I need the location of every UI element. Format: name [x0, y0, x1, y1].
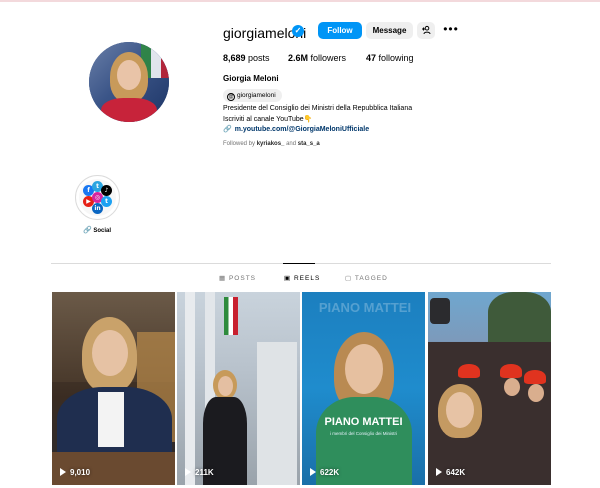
reel-views-count: 642K: [446, 468, 466, 477]
avatar-body: [101, 98, 157, 122]
bio-line-2: Iscriviti al canale YouTube👇: [223, 116, 313, 123]
message-button[interactable]: Message: [366, 22, 413, 39]
reel-2-building: [257, 342, 297, 485]
suggest-user-button[interactable]: [417, 22, 435, 39]
tagged-icon: ▢: [345, 275, 353, 282]
reel-4-face: [504, 378, 520, 396]
followers-label: followers: [310, 53, 347, 63]
reel-4-helmet: [500, 364, 522, 378]
tab-reels-label: REELS: [293, 275, 321, 282]
followed-by-and: and: [286, 141, 297, 147]
active-tab-indicator: [283, 263, 315, 264]
play-icon: [60, 468, 66, 476]
tiktok-icon: ♪: [101, 185, 112, 196]
tab-reels[interactable]: ▣ REELS: [284, 274, 320, 282]
reel-2-face: [218, 376, 233, 396]
more-options-icon[interactable]: •••: [442, 22, 460, 39]
reel-item[interactable]: 211K: [177, 292, 300, 485]
reel-3-watermark: PIANO MATTEI: [318, 300, 412, 315]
play-icon: [310, 468, 316, 476]
reel-4-main-face: [446, 392, 474, 428]
reel-views-count: 211K: [195, 468, 214, 477]
follow-button[interactable]: Follow: [318, 22, 362, 39]
reel-item[interactable]: 642K: [428, 292, 551, 485]
reel-views-count: 9,010: [70, 468, 91, 477]
threads-link[interactable]: @ giorgiameloni: [223, 89, 282, 102]
reel-2-flag: [224, 297, 238, 335]
reel-3-title: PIANO MATTEI: [324, 416, 403, 428]
reel-views: 9,010: [60, 468, 90, 477]
followed-by-prefix: Followed by: [223, 141, 256, 147]
reel-4-trees: [488, 292, 551, 342]
reel-views-count: 622K: [320, 468, 340, 477]
profile-avatar[interactable]: [89, 42, 169, 122]
reel-views: 622K: [310, 468, 339, 477]
reel-4-helmet: [524, 370, 546, 384]
reel-item[interactable]: PIANO MATTEI PIANO MATTEI i membri del C…: [302, 292, 425, 485]
followed-by-user-1[interactable]: kyriakos_: [257, 141, 285, 147]
play-icon: [185, 468, 191, 476]
following-stat[interactable]: 47 following: [366, 53, 414, 63]
verified-badge-icon: ✓: [292, 25, 304, 37]
posts-stat: 8,689 posts: [223, 53, 270, 63]
reel-3-face: [345, 344, 383, 394]
highlight-social[interactable]: f t ♪ ▶ ◎ t in: [75, 175, 120, 220]
profile-full-name: Giorgia Meloni: [223, 74, 279, 83]
avatar-face: [117, 60, 141, 90]
social-link-icon: 🔗: [82, 227, 92, 234]
followers-stat[interactable]: 2.6M followers: [288, 53, 346, 63]
highlight-cover: f t ♪ ▶ ◎ t in: [79, 179, 116, 216]
bird-icon: t: [101, 196, 112, 207]
reel-2-column: [185, 292, 195, 485]
reel-1-face: [92, 330, 128, 376]
threads-handle: giorgiameloni: [237, 92, 276, 99]
grid-icon: ▦: [219, 275, 227, 282]
highlight-title: Social: [93, 228, 112, 234]
tab-tagged-label: TAGGED: [354, 275, 388, 282]
followed-by[interactable]: Followed by kyriakos_ and sta_s_a: [223, 141, 320, 147]
external-link-text: m.youtube.com/@GiorgiaMeloniUfficiale: [234, 126, 370, 133]
following-label: following: [378, 53, 414, 63]
linkedin-icon: in: [92, 203, 103, 214]
reel-views: 211K: [185, 468, 214, 477]
play-icon: [436, 468, 442, 476]
reel-views: 642K: [436, 468, 465, 477]
reel-3-subtitle: i membri del Consiglio dei Ministri: [329, 431, 398, 436]
bio-line-1: Presidente del Consiglio dei Ministri de…: [223, 105, 413, 112]
reel-1-shirt: [98, 392, 124, 447]
threads-icon: @: [227, 93, 235, 101]
tab-posts[interactable]: ▦ POSTS: [219, 274, 256, 282]
followers-count: 2.6M: [288, 53, 309, 63]
posts-label: posts: [248, 53, 270, 63]
highlight-label[interactable]: 🔗 Social: [77, 226, 117, 234]
external-link[interactable]: 🔗 m.youtube.com/@GiorgiaMeloniUfficiale: [223, 125, 369, 133]
reel-item[interactable]: 9,010: [52, 292, 175, 485]
reel-4-helmet: [458, 364, 480, 378]
add-user-icon: [422, 25, 431, 35]
reel-4-phone: [430, 298, 450, 324]
reels-icon: ▣: [284, 275, 292, 282]
reel-4-face: [528, 384, 544, 402]
posts-count: 8,689: [223, 53, 246, 63]
followed-by-user-2[interactable]: sta_s_a: [298, 141, 320, 147]
tab-posts-label: POSTS: [228, 275, 257, 282]
tab-tagged[interactable]: ▢ TAGGED: [345, 274, 388, 282]
top-accent-line: [0, 0, 600, 2]
link-icon: 🔗: [223, 126, 232, 133]
following-count: 47: [366, 53, 377, 63]
